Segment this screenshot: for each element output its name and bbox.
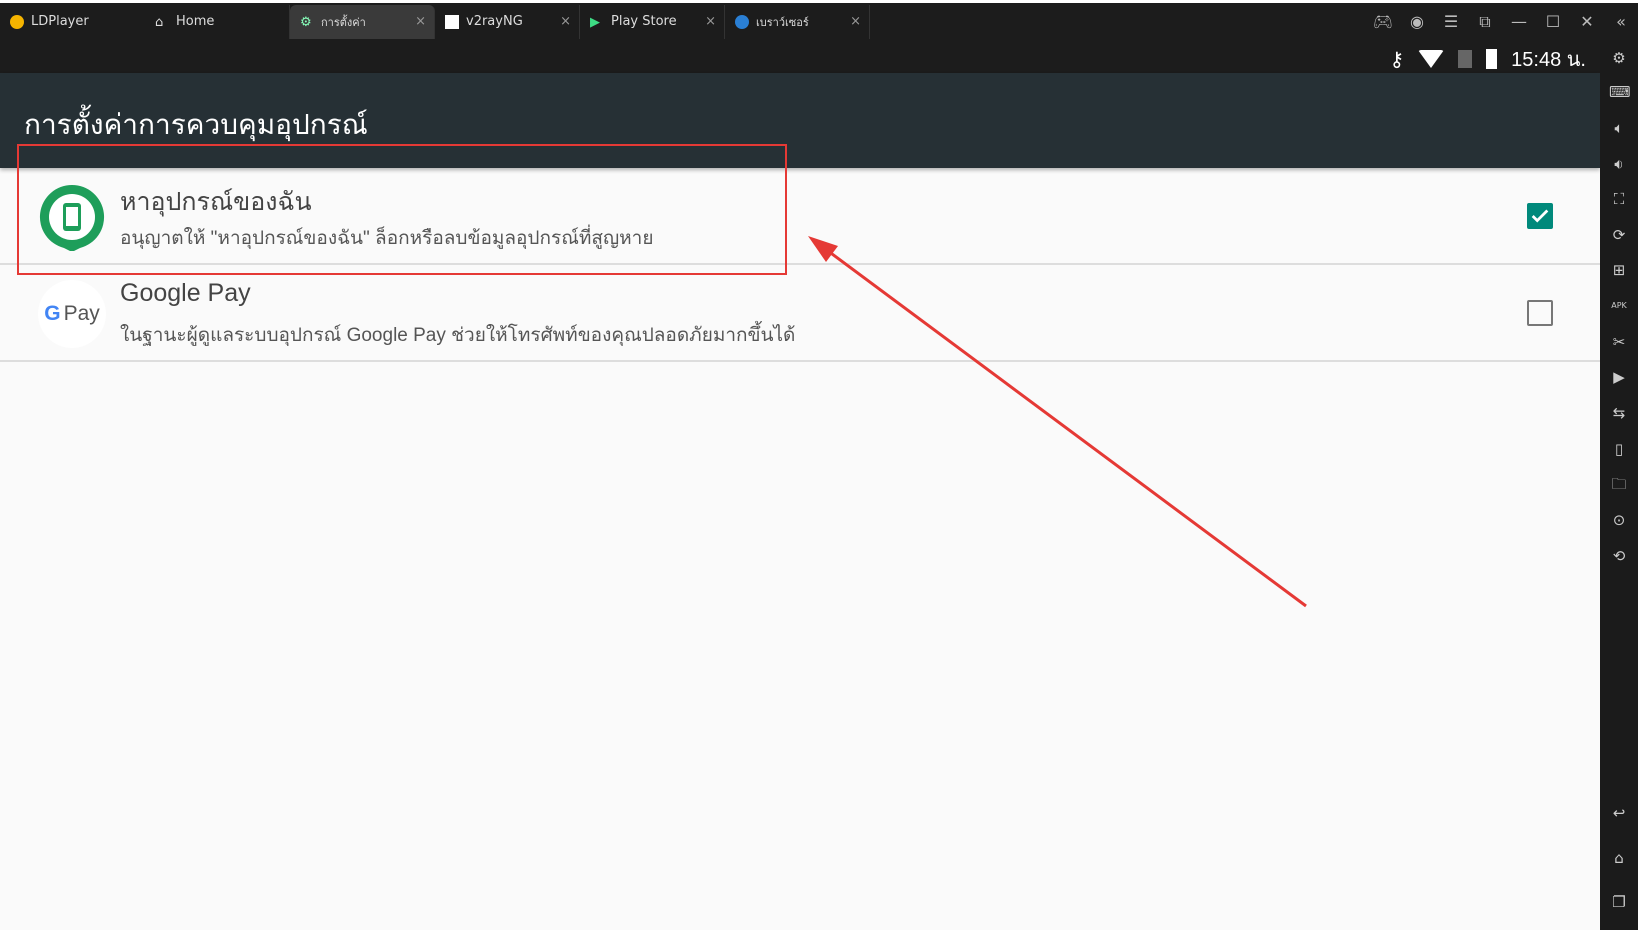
item-title: หาอุปกรณ์ของฉัน [120, 188, 312, 216]
tab-v2rayng[interactable]: v2rayNG × [435, 4, 580, 39]
wifi-icon [1418, 50, 1445, 68]
app-bar: การตั้งค่าการควบคุมอุปกรณ์ [0, 73, 1600, 168]
tab-label: เบราว์เซอร์ [756, 15, 809, 29]
tab-label: Home [176, 14, 215, 29]
close-tab-icon[interactable]: × [415, 14, 426, 29]
minimize-icon[interactable]: — [1502, 12, 1536, 31]
volume-down-icon[interactable]: 🔉︎ [1609, 154, 1629, 174]
emulator-sidebar: ⚙ ⌨ 🔈︎ 🔉︎ ⛶ ⟳ ⊞ APK ✂ ▶ ⇆ ▯ 🗀 ⊙ ⟲ ↩ ⌂ ❐ [1600, 40, 1638, 930]
fullscreen-icon[interactable]: ⛶ [1609, 189, 1629, 209]
list-item[interactable]: หาอุปกรณ์ของฉัน อนุญาตให้ "หาอุปกรณ์ของฉ… [0, 168, 1600, 265]
multi-instance-icon[interactable]: ⊞ [1609, 260, 1629, 280]
close-tab-icon[interactable]: × [705, 14, 716, 29]
check-icon [1531, 209, 1549, 223]
settings-icon[interactable]: ⚙ [1609, 48, 1629, 68]
tab-label: การตั้งค่า [321, 15, 366, 29]
home-icon[interactable]: ⌂ [1609, 848, 1629, 868]
record-icon[interactable]: ⟳ [1609, 225, 1629, 245]
app-name: LDPlayer [31, 14, 89, 29]
home-icon: ⌂ [155, 14, 164, 30]
back-icon[interactable]: ↩ [1609, 803, 1629, 823]
no-sim-icon [1458, 50, 1473, 68]
tab-home[interactable]: ⌂ Home [145, 4, 290, 39]
tab-settings[interactable]: ⚙ การตั้งค่า × [290, 4, 435, 39]
sync-icon[interactable]: ⇆ [1609, 403, 1629, 423]
page-title: การตั้งค่าการควบคุมอุปกรณ์ [24, 109, 368, 140]
close-tab-icon[interactable]: × [850, 14, 861, 29]
tab-browser[interactable]: เบราว์เซอร์ × [725, 4, 870, 39]
shake-icon[interactable]: ▯ [1609, 439, 1629, 459]
collapse-sidebar-icon[interactable]: « [1604, 12, 1638, 31]
tab-play-store[interactable]: ▶ Play Store × [580, 4, 725, 39]
android-status-bar: ⚷ 15:48 น. [0, 40, 1600, 73]
shrink-icon[interactable]: ⧉ [1468, 12, 1502, 32]
checkbox-find-my-device[interactable] [1527, 203, 1553, 229]
gamepad-icon[interactable]: 🎮︎ [1366, 12, 1400, 31]
ldplayer-logo-icon [10, 14, 24, 29]
item-subtitle: ในฐานะผู้ดูแลระบบอุปกรณ์ Google Pay ช่วย… [120, 325, 796, 346]
vpn-key-icon: ⚷ [1389, 48, 1405, 71]
close-tab-icon[interactable]: × [560, 14, 571, 29]
find-my-device-icon [39, 184, 105, 251]
location-icon[interactable]: ⊙ [1609, 510, 1629, 530]
folder-icon[interactable]: 🗀 [1609, 474, 1629, 494]
play-store-icon: ▶ [590, 14, 600, 30]
list-item[interactable]: G Pay Google Pay ในฐานะผู้ดูแลระบบอุปกรณ์… [0, 265, 1600, 362]
clock: 15:48 น. [1511, 49, 1586, 71]
volume-up-icon[interactable]: 🔈︎ [1609, 118, 1629, 138]
item-subtitle: อนุญาตให้ "หาอุปกรณ์ของฉัน" ล็อกหรือลบข้… [120, 228, 654, 249]
apk-install-icon[interactable]: APK [1609, 296, 1629, 316]
google-pay-icon: G Pay [38, 280, 106, 348]
checkbox-google-pay[interactable] [1527, 300, 1553, 326]
recents-icon[interactable]: ❐ [1609, 892, 1629, 912]
title-bar: LDPlayer ⌂ Home ⚙ การตั้งค่า × v2rayNG × ▶ Pl… [0, 3, 1638, 40]
google-pay-icon-text: Pay [63, 302, 100, 325]
account-icon[interactable]: ◉ [1400, 12, 1434, 31]
scissors-icon[interactable]: ✂ [1609, 332, 1629, 352]
menu-icon[interactable]: ☰ [1434, 12, 1468, 31]
video-icon[interactable]: ▶ [1609, 367, 1629, 387]
maximize-icon[interactable]: ☐ [1536, 12, 1570, 31]
tab-label: Play Store [611, 14, 677, 29]
keyboard-icon[interactable]: ⌨ [1609, 82, 1631, 102]
item-title: Google Pay [120, 279, 251, 307]
app-logo: LDPlayer [0, 5, 145, 39]
v2ray-icon [445, 14, 459, 29]
gear-icon: ⚙ [300, 14, 312, 30]
rotate-icon[interactable]: ⟲ [1609, 546, 1629, 566]
globe-icon [735, 14, 749, 29]
tab-label: v2rayNG [466, 14, 523, 29]
battery-charging-icon [1486, 49, 1498, 69]
close-icon[interactable]: ✕ [1570, 12, 1604, 31]
